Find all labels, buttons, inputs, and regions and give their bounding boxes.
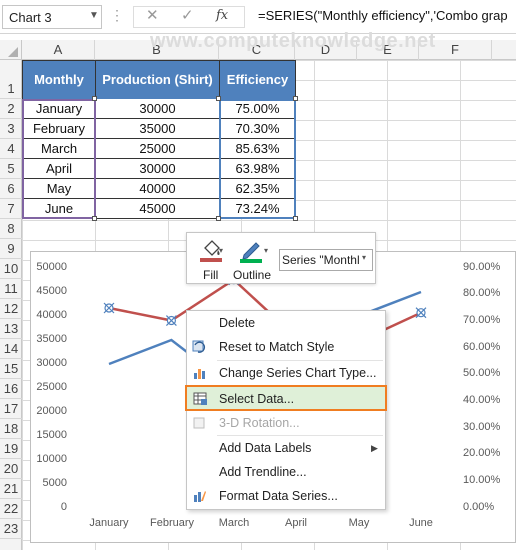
cell-production[interactable]: 30000	[95, 159, 220, 179]
header-production[interactable]: Production (Shirt)	[95, 60, 220, 100]
reset-style-icon	[192, 340, 206, 353]
menu-item-add-data-labels[interactable]: Add Data Labels ▶	[187, 436, 385, 460]
column-header-a[interactable]: A	[22, 40, 95, 60]
row-header[interactable]: 15	[0, 359, 22, 379]
fill-label: Fill	[203, 268, 219, 282]
cell-production[interactable]: 25000	[95, 139, 220, 159]
pen-outline-icon	[240, 242, 262, 263]
row-header[interactable]: 8	[0, 219, 22, 239]
cell-production[interactable]: 40000	[95, 179, 220, 199]
series-name-range-highlight	[22, 99, 96, 219]
select-all-corner[interactable]	[0, 40, 22, 60]
row-header[interactable]: 20	[0, 459, 22, 479]
row-header[interactable]: 22	[0, 499, 22, 519]
outline-button[interactable]: ▾ Outline	[231, 238, 277, 282]
row-header[interactable]: 14	[0, 339, 22, 359]
row-header[interactable]: 18	[0, 419, 22, 439]
menu-item-3d-rotation: 3-D Rotation...	[187, 411, 385, 435]
header-monthly[interactable]: Monthly	[22, 60, 96, 100]
menu-item-select-data[interactable]: Select Data...	[185, 385, 387, 411]
row-header[interactable]: 2	[0, 99, 22, 119]
selected-point-marker[interactable]	[415, 307, 427, 319]
cancel-icon[interactable]: ✕	[146, 6, 159, 24]
more-dots-icon: ⋮	[110, 7, 124, 23]
row-header[interactable]: 6	[0, 179, 22, 199]
range-handle[interactable]	[92, 96, 97, 101]
row-headers: 1 2 3 4 5 6 7 8 9 10 11 12 13 14 15 16 1…	[0, 60, 22, 550]
chart-type-icon	[194, 369, 205, 379]
series-select-value: Series "Monthl	[282, 253, 360, 267]
row-header[interactable]: 19	[0, 439, 22, 459]
row-header[interactable]: 3	[0, 119, 22, 139]
range-handle[interactable]	[293, 96, 298, 101]
row-header[interactable]: 9	[0, 239, 22, 259]
watermark-text: www.computeknowledge.net	[150, 30, 436, 52]
selected-point-marker[interactable]	[165, 315, 177, 326]
row-header[interactable]: 17	[0, 399, 22, 419]
range-handle[interactable]	[293, 216, 298, 221]
mini-toolbar: ▾ Fill ▾ Outline Series "Monthl ▾	[186, 232, 376, 284]
chevron-down-icon[interactable]: ▼	[89, 10, 99, 21]
menu-item-delete[interactable]: Delete	[187, 311, 385, 335]
menu-item-change-chart-type[interactable]: Change Series Chart Type...	[187, 361, 385, 385]
row-header[interactable]: 11	[0, 279, 22, 299]
fill-color-swatch	[200, 258, 222, 262]
row-header[interactable]: 1	[0, 60, 22, 99]
header-efficiency[interactable]: Efficiency	[219, 60, 296, 100]
row-header[interactable]: 4	[0, 139, 22, 159]
context-menu: Delete Reset to Match Style Change Serie…	[185, 310, 387, 510]
row-header[interactable]: 21	[0, 479, 22, 499]
menu-item-format-data-series[interactable]: Format Data Series...	[187, 484, 385, 508]
fill-dropdown-icon[interactable]: ▾	[219, 246, 223, 255]
outline-dropdown-icon[interactable]: ▾	[264, 246, 268, 255]
series-select[interactable]: Series "Monthl ▾	[279, 249, 373, 271]
name-box-value: Chart 3	[9, 10, 52, 25]
row-header[interactable]: 13	[0, 319, 22, 339]
cell-production[interactable]: 35000	[95, 119, 220, 139]
fill-button[interactable]: ▾ Fill	[195, 238, 231, 282]
outline-label: Outline	[233, 268, 272, 282]
submenu-arrow-icon: ▶	[371, 443, 378, 453]
format-series-icon	[194, 491, 206, 502]
row-header[interactable]: 23	[0, 519, 22, 539]
series-values-range-highlight	[219, 99, 296, 219]
select-all-triangle-icon	[8, 47, 18, 57]
cell-production[interactable]: 30000	[95, 99, 220, 119]
selected-point-marker[interactable]	[103, 302, 115, 314]
menu-item-add-trendline[interactable]: Add Trendline...	[187, 460, 385, 484]
cell-production[interactable]: 45000	[95, 199, 220, 219]
formula-input[interactable]: =SERIES("Monthly efficiency",'Combo grap	[258, 8, 508, 23]
enter-check-icon[interactable]: ✓	[181, 6, 194, 24]
menu-item-reset-style[interactable]: Reset to Match Style	[187, 335, 385, 359]
row-header[interactable]: 7	[0, 199, 22, 219]
row-header[interactable]: 16	[0, 379, 22, 399]
formula-bar: Chart 3 ▼ ⋮ ✕ ✓ fx =SERIES("Monthly effi…	[0, 0, 516, 34]
range-handle[interactable]	[92, 216, 97, 221]
select-data-icon	[193, 392, 207, 405]
name-box[interactable]: Chart 3 ▼	[2, 5, 102, 29]
row-header[interactable]: 12	[0, 299, 22, 319]
rotation-icon	[193, 417, 205, 429]
range-handle[interactable]	[216, 96, 221, 101]
insert-function-icon[interactable]: fx	[216, 8, 228, 23]
row-header[interactable]: 10	[0, 259, 22, 279]
outline-color-swatch	[240, 259, 262, 263]
row-header[interactable]: 5	[0, 159, 22, 179]
range-handle[interactable]	[216, 216, 221, 221]
chevron-down-icon[interactable]: ▾	[362, 253, 366, 262]
